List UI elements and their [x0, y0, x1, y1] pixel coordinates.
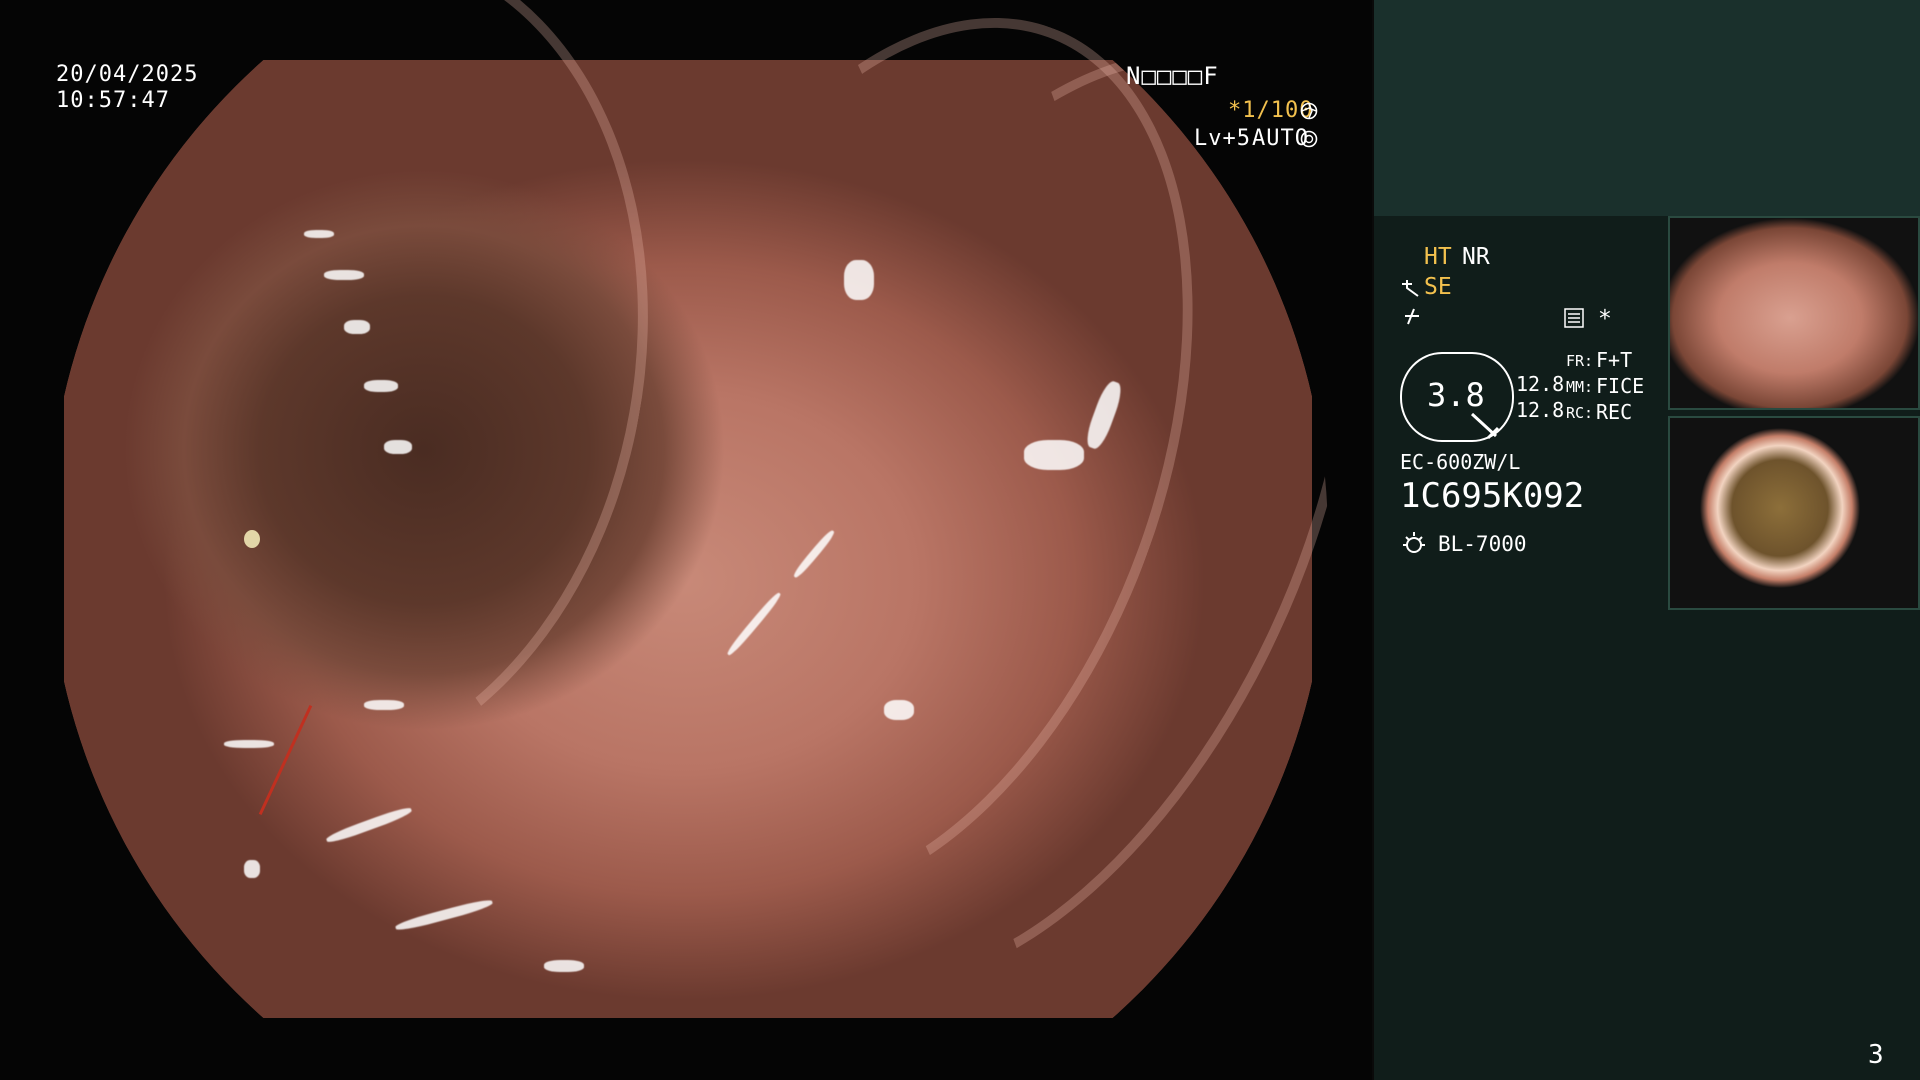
specular-highlight [1024, 440, 1084, 470]
rc-value: REC [1596, 400, 1633, 424]
specular-highlight [304, 230, 334, 238]
rc-label: RC: [1566, 404, 1594, 422]
scope-serial: 1C695K092 [1400, 476, 1585, 516]
scope-model: EC-600ZW/L [1400, 450, 1521, 474]
specular-highlight [344, 320, 370, 334]
specular-highlight [384, 440, 412, 454]
captured-thumbnail-2[interactable] [1668, 416, 1920, 610]
asterisk-indicator: * [1598, 306, 1612, 332]
level-text: Lv+5 [1194, 126, 1251, 151]
se-indicator: SE [1424, 274, 1452, 300]
light-bulb-icon [1403, 532, 1425, 553]
endoscopy-video-area [0, 0, 1372, 1080]
captured-thumbnail-1[interactable] [1668, 216, 1920, 410]
page-number: 3 [1868, 1040, 1884, 1070]
endoscopic-image [48, 0, 1328, 1080]
residue-spot [244, 530, 260, 548]
iris-icon [1300, 130, 1318, 148]
time-text: 10:57:47 [56, 88, 170, 113]
specular-highlight [544, 960, 584, 972]
value-1: 12.8 [1516, 372, 1565, 396]
specular-highlight [394, 897, 494, 933]
specular-highlight [364, 380, 398, 392]
zoom-value: 3.8 [1427, 376, 1485, 414]
specular-highlight [324, 270, 364, 280]
aperture-icon [1300, 102, 1318, 120]
light-source: BL-7000 [1438, 532, 1527, 556]
specular-highlight [325, 804, 413, 846]
mm-value: FICE [1596, 374, 1645, 398]
structure-enhance-icon [1402, 280, 1419, 297]
fr-label: FR: [1566, 352, 1594, 370]
specular-highlight [224, 740, 274, 748]
specular-highlight [844, 260, 874, 300]
value-2: 12.8 [1516, 398, 1565, 422]
memo-icon [1564, 308, 1584, 328]
mm-label: MM: [1566, 378, 1594, 396]
specular-highlight [244, 860, 260, 878]
nr-indicator: NR [1462, 244, 1490, 270]
magnifier-icon [1470, 412, 1500, 440]
date-text: 20/04/2025 [56, 62, 199, 87]
specular-highlight [364, 700, 404, 710]
color-enhance-icon [1405, 308, 1419, 325]
ht-indicator: HT [1424, 244, 1452, 270]
info-panel-header [1374, 0, 1920, 216]
fr-value: F+T [1596, 348, 1633, 372]
patient-code-text: N□□□□F [1126, 62, 1219, 90]
specular-highlight [884, 700, 914, 720]
